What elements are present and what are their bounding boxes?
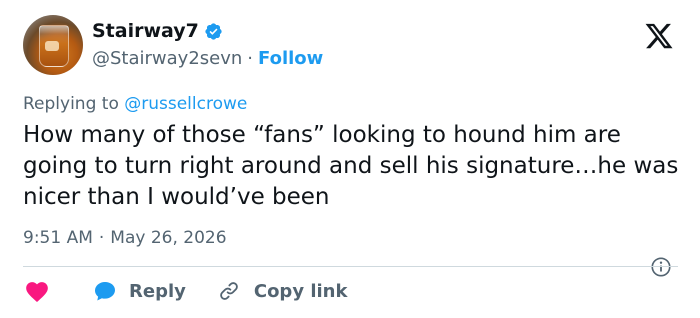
action-bar: Reply Copy link <box>23 277 347 305</box>
author-name[interactable]: Stairway7 <box>92 20 199 42</box>
divider <box>23 266 678 267</box>
reply-button[interactable]: Reply <box>93 280 186 302</box>
follow-button[interactable]: Follow <box>258 48 323 69</box>
info-icon[interactable] <box>650 256 672 278</box>
author-handle[interactable]: @Stairway2sevn <box>92 48 242 69</box>
reply-label: Reply <box>129 280 186 302</box>
handle-separator: · <box>247 48 254 69</box>
reply-bubble-icon <box>95 282 115 301</box>
author-name-row: Stairway7 <box>92 20 223 42</box>
link-icon <box>220 282 238 300</box>
heart-icon[interactable] <box>24 279 50 303</box>
x-logo-icon[interactable] <box>643 21 675 51</box>
meta-separator: · <box>98 228 105 248</box>
tweet-meta: 9:51 AM · May 26, 2026 <box>23 228 227 248</box>
tweet-date[interactable]: May 26, 2026 <box>110 228 226 248</box>
tweet-time[interactable]: 9:51 AM <box>23 228 93 248</box>
reply-context: Replying to @russellcrowe <box>23 94 247 114</box>
verified-badge-icon <box>205 22 222 40</box>
reply-mention-link[interactable]: @russellcrowe <box>124 94 247 114</box>
avatar[interactable] <box>23 15 83 75</box>
reply-context-prefix: Replying to <box>23 94 119 114</box>
tweet-text: How many of those “fans” looking to houn… <box>23 122 679 210</box>
copy-link-button[interactable]: Copy link <box>218 280 348 302</box>
ice-cube-image <box>45 41 59 51</box>
author-handle-row: @Stairway2sevn · Follow <box>92 48 323 69</box>
copy-link-label: Copy link <box>253 280 348 302</box>
